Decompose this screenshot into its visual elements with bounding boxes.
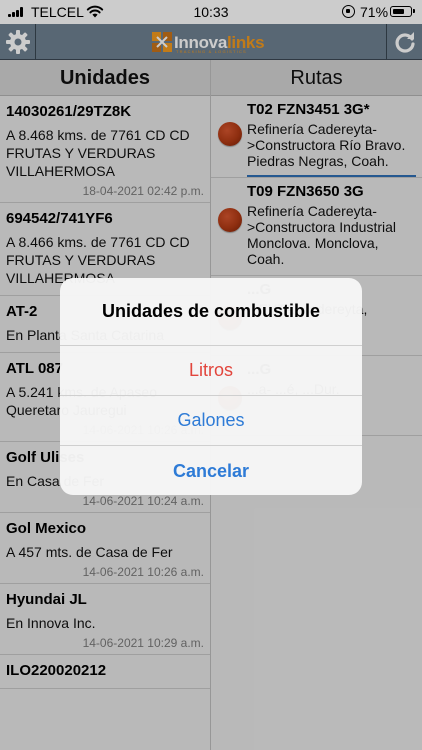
gallons-button[interactable]: Galones: [60, 396, 362, 446]
dialog-title: Unidades de combustible: [60, 278, 362, 346]
liters-button[interactable]: Litros: [60, 346, 362, 396]
app-screen: TELCEL 10:33 71% Innovalinks TRACKING & …: [0, 0, 422, 750]
fuel-units-dialog: Unidades de combustible Litros Galones C…: [60, 278, 362, 495]
cancel-button[interactable]: Cancelar: [60, 446, 362, 495]
